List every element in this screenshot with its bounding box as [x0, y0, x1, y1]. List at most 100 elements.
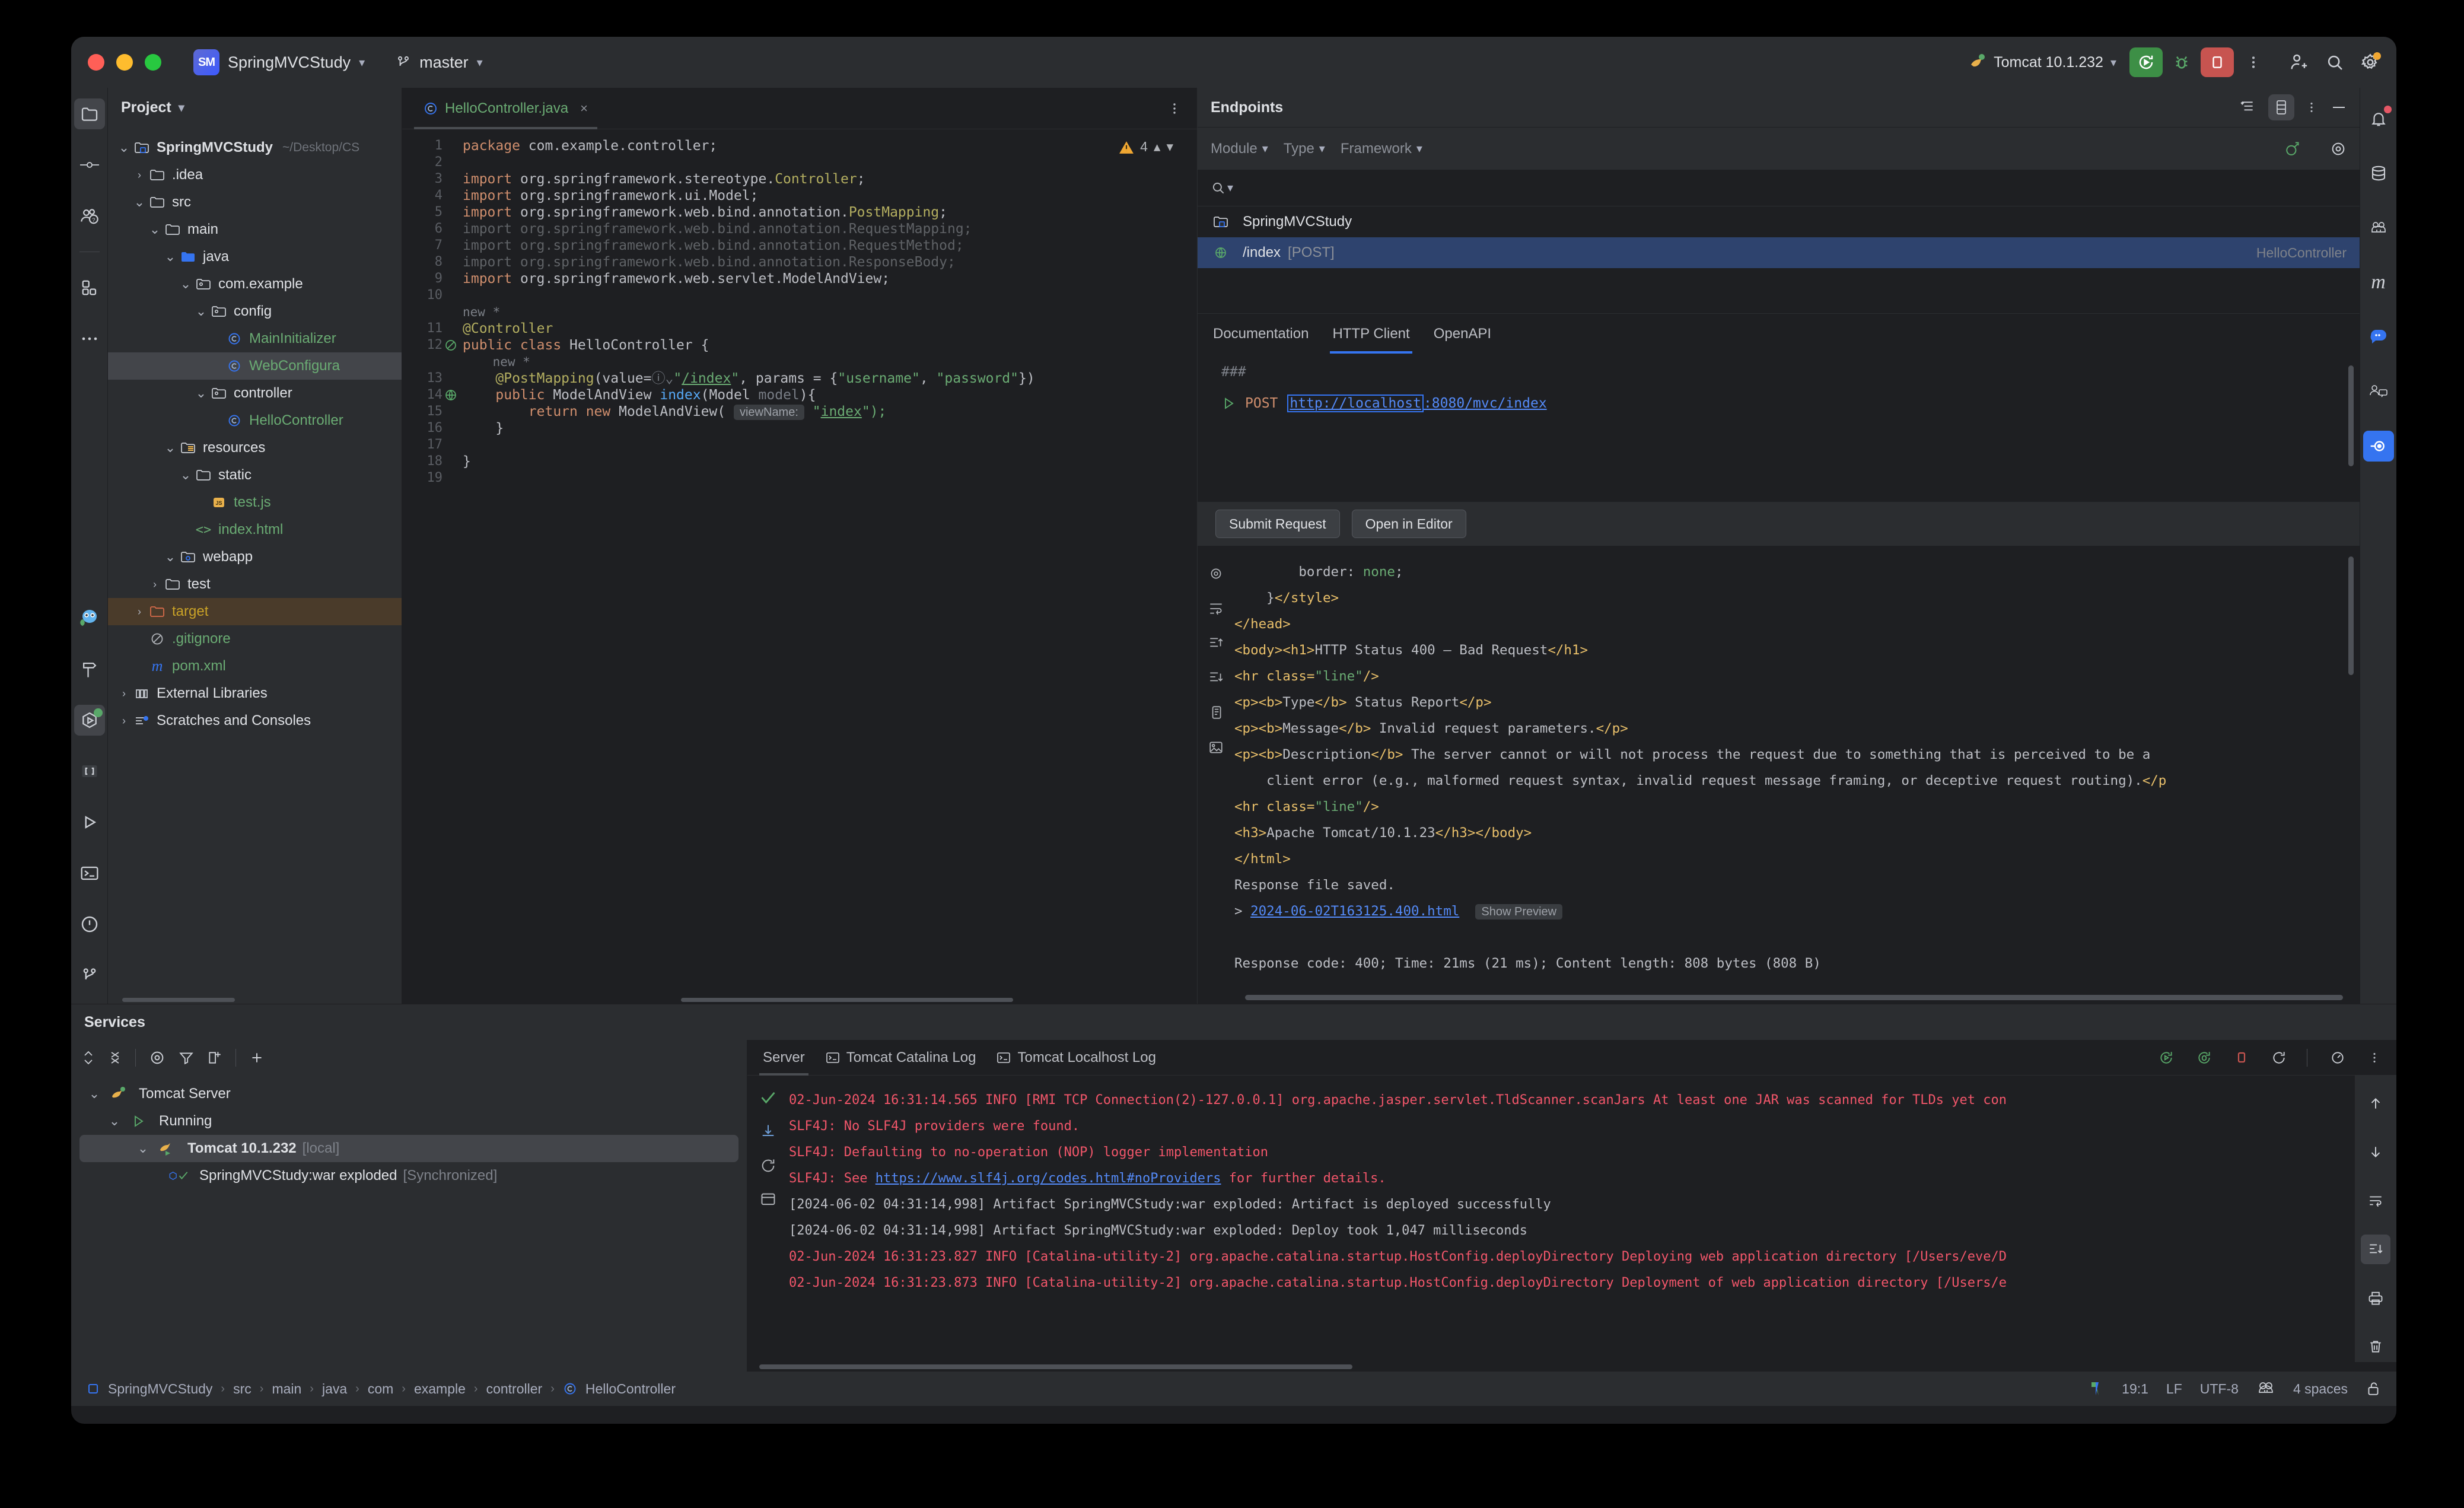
sidebar-item-problems[interactable] — [74, 909, 105, 940]
sidebar-item-terminal[interactable] — [74, 858, 105, 889]
options-icon[interactable] — [2305, 100, 2318, 115]
maven-icon[interactable]: m — [2363, 267, 2394, 298]
stop-button[interactable] — [2201, 47, 2234, 77]
settings-icon[interactable] — [2361, 53, 2380, 72]
chevron-down-icon[interactable]: ⌄ — [135, 1141, 151, 1156]
project-selector[interactable]: SM SpringMVCStudy ▾ — [185, 46, 373, 79]
chevron-down-icon[interactable]: ⌄ — [163, 249, 178, 265]
chevron-down-icon[interactable]: ⌄ — [178, 467, 193, 483]
http-url-path[interactable]: :8080/mvc/index — [1424, 396, 1547, 411]
project-tree-item[interactable]: ›target — [108, 598, 402, 625]
sidebar-item-project[interactable] — [74, 98, 105, 129]
scroll-up-icon[interactable] — [2361, 1089, 2390, 1118]
soft-wrap-icon[interactable] — [2361, 1186, 2390, 1216]
breadcrumb-item[interactable]: java — [322, 1381, 347, 1397]
chevron-down-icon[interactable]: ⌄ — [132, 195, 147, 210]
bean-gutter-icon[interactable] — [444, 338, 458, 352]
response-file-link[interactable]: 2024-06-02T163125.400.html — [1250, 903, 1459, 919]
chevron-right-icon[interactable]: › — [116, 715, 132, 727]
project-tree-item[interactable]: ⌄java — [108, 243, 402, 271]
filter-type[interactable]: Type▾ — [1284, 141, 1325, 157]
add-icon[interactable] — [249, 1049, 265, 1066]
editor-options-icon[interactable] — [1167, 100, 1182, 117]
sidebar-item-commit[interactable] — [74, 149, 105, 180]
stop-icon[interactable] — [2234, 1050, 2249, 1065]
breadcrumb-item[interactable]: src — [233, 1381, 252, 1397]
print-icon[interactable] — [2361, 1283, 2390, 1313]
project-tree-item[interactable]: ⌄static — [108, 462, 402, 489]
chevron-up-icon[interactable]: ▴ — [1154, 139, 1161, 155]
inspection-widget[interactable]: 4 ▴ ▾ — [1119, 139, 1173, 155]
scroll-to-end-icon[interactable] — [2361, 1235, 2390, 1264]
endpoint-list-item[interactable]: /index[POST]HelloController — [1198, 237, 2360, 268]
open-in-editor-button[interactable]: Open in Editor — [1352, 510, 1466, 538]
endpoint-list-item[interactable]: SpringMVCStudy — [1198, 206, 2360, 237]
endpoints-detail-tabs[interactable]: Documentation HTTP Client OpenAPI — [1198, 313, 2360, 354]
sidebar-item-build[interactable] — [74, 654, 105, 685]
deploy-icon[interactable] — [760, 1123, 776, 1140]
console-horizontal-scrollbar[interactable] — [747, 1362, 2396, 1372]
debug-button[interactable] — [2172, 53, 2191, 72]
preview-layout-icon[interactable] — [2268, 94, 2294, 120]
line-separator[interactable]: LF — [2166, 1381, 2182, 1397]
response-scrollbar[interactable] — [2348, 556, 2354, 675]
code-line[interactable]: import org.springframework.web.bind.anno… — [451, 254, 1197, 271]
response-body[interactable]: border: none; }</style></head><body><h1>… — [1234, 546, 2360, 1004]
breadcrumb-item[interactable]: SpringMVCStudy — [108, 1381, 212, 1397]
endpoints-list[interactable]: SpringMVCStudy/index[POST]HelloControlle… — [1198, 206, 2360, 313]
filter-framework[interactable]: Framework▾ — [1341, 141, 1422, 157]
endpoint-tab-openapi[interactable]: OpenAPI — [1434, 314, 1491, 354]
sidebar-item-pull-requests[interactable]: ? — [74, 201, 105, 231]
http-request-scrollbar[interactable] — [2348, 365, 2354, 466]
project-tree-item[interactable]: <>index.html — [108, 516, 402, 543]
log-tabs[interactable]: ServerTomcat Catalina LogTomcat Localhos… — [747, 1040, 2396, 1076]
run-configuration-selector[interactable]: Tomcat 10.1.232 ▾ — [1968, 53, 2116, 71]
run-request-icon[interactable] — [1221, 396, 1236, 411]
file-encoding[interactable]: UTF-8 — [2200, 1381, 2239, 1397]
editor-horizontal-scrollbar[interactable] — [402, 995, 1197, 1004]
minimize-window-button[interactable] — [116, 54, 133, 71]
project-tree-item[interactable]: ⌄SpringMVCStudy~/Desktop/CS — [108, 134, 402, 161]
scroll-down-icon[interactable] — [2361, 1137, 2390, 1167]
rerun-debug-icon[interactable] — [2196, 1050, 2212, 1065]
project-tree[interactable]: ⌄SpringMVCStudy~/Desktop/CS›.idea⌄src⌄ma… — [108, 127, 402, 995]
database-icon[interactable] — [2363, 158, 2394, 189]
response-token[interactable]: Show Preview — [1475, 904, 1562, 920]
code-line[interactable]: import org.springframework.web.bind.anno… — [451, 221, 1197, 237]
submit-request-button[interactable]: Submit Request — [1215, 510, 1340, 538]
project-tree-item[interactable]: WebConfigura — [108, 352, 402, 380]
wrap-lines-icon[interactable] — [1208, 602, 1224, 616]
code-line[interactable]: public ModelAndView index(Model model){ — [451, 387, 1197, 403]
close-window-button[interactable] — [88, 54, 104, 71]
more-icon[interactable] — [2368, 1050, 2381, 1065]
service-tree-item[interactable]: ⌄Tomcat 10.1.232[local] — [79, 1135, 738, 1162]
project-tree-item[interactable]: ›Scratches and Consoles — [108, 707, 402, 734]
search-icon[interactable] — [2325, 53, 2344, 72]
code-line[interactable]: import org.springframework.stereotype.Co… — [451, 171, 1197, 187]
service-tree-item[interactable]: ⌄Running — [71, 1108, 747, 1135]
project-tree-item[interactable]: mpom.xml — [108, 653, 402, 680]
breadcrumb[interactable]: SpringMVCStudy›src›main›java›com›example… — [108, 1381, 676, 1397]
code-line[interactable]: @PostMapping(value=ⓘ⌄"/index", params = … — [451, 370, 1197, 387]
chevron-down-icon[interactable]: ⌄ — [87, 1086, 102, 1102]
sidebar-item-ai-assistant[interactable] — [74, 603, 105, 634]
log-tab-tomcat-catalina-log[interactable]: Tomcat Catalina Log — [825, 1040, 976, 1076]
restart-icon[interactable] — [2271, 1050, 2287, 1065]
project-tree-item[interactable]: HelloController — [108, 407, 402, 434]
endpoint-tab-documentation[interactable]: Documentation — [1213, 314, 1309, 354]
rerun-icon[interactable] — [2159, 1050, 2174, 1065]
inspections-icon[interactable] — [2089, 1380, 2104, 1398]
code-line[interactable] — [451, 154, 1197, 171]
sidebar-item-version-control[interactable] — [74, 960, 105, 991]
filter-module[interactable]: Module▾ — [1211, 141, 1268, 157]
generate-icon[interactable] — [2284, 141, 2300, 157]
close-icon[interactable] — [108, 1049, 122, 1067]
endpoint-tab-http-client[interactable]: HTTP Client — [1332, 314, 1409, 354]
sidebar-item-more-tool-windows[interactable] — [74, 323, 105, 354]
new-tab-icon[interactable] — [207, 1049, 222, 1066]
project-tree-item[interactable]: ⌄config — [108, 298, 402, 325]
code-line[interactable]: new * — [451, 304, 1197, 320]
caret-position[interactable]: 19:1 — [2122, 1381, 2148, 1397]
code-editor[interactable]: 12345678910111213141516171819 package co… — [402, 129, 1197, 995]
chevron-down-icon[interactable]: ⌄ — [178, 276, 193, 292]
